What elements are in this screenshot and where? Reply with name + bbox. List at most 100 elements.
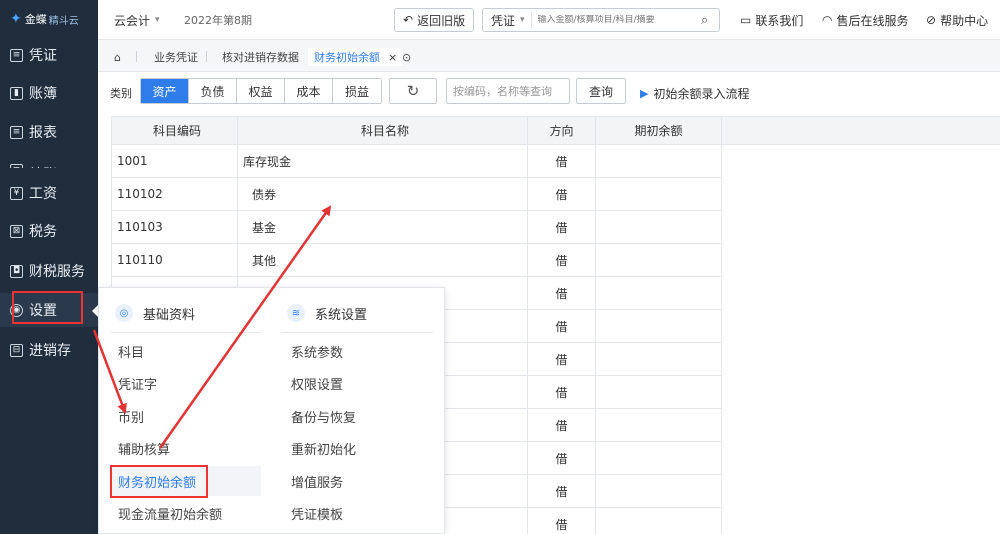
help-icon: ⊘ <box>926 13 937 27</box>
back-old-version-button[interactable]: ↶ 返回旧版 <box>394 8 475 32</box>
menu-item-account[interactable]: 科目 <box>109 336 261 366</box>
cell-balance[interactable] <box>595 474 722 508</box>
tab-initial-balance[interactable]: 财务初始余额 × <box>308 48 404 66</box>
cell-direction: 借 <box>527 408 596 442</box>
tab-check-inventory[interactable]: 核对进销存数据 <box>222 48 299 66</box>
cell-direction: 借 <box>527 144 596 178</box>
refresh-button[interactable]: ↻ <box>389 78 437 104</box>
chat-icon: ▭ <box>740 13 752 27</box>
balance-flow-link[interactable]: ▶ 初始余额录入流程 <box>640 85 749 102</box>
cell-direction: 借 <box>527 507 596 534</box>
close-icon[interactable]: × <box>388 51 397 64</box>
category-profit-loss-button[interactable]: 损益 <box>333 79 381 103</box>
layers-icon: ≋ <box>287 304 305 322</box>
cell-balance[interactable] <box>595 276 722 310</box>
cell-direction: 借 <box>527 342 596 376</box>
cell-balance[interactable] <box>595 309 722 343</box>
headset-icon: ◠ <box>822 13 833 27</box>
table-row[interactable]: 110110 其他借 <box>111 243 722 277</box>
column-header-name[interactable]: 科目名称 <box>237 116 528 145</box>
back-icon: ↶ <box>403 13 414 27</box>
cell-balance[interactable] <box>595 507 722 534</box>
cell-balance[interactable] <box>595 441 722 475</box>
cell-code: 1001 <box>111 144 238 178</box>
menu-item-voucher-template[interactable]: 凭证模板 <box>291 499 343 529</box>
cell-code: 110110 <box>111 243 238 277</box>
video-icon: ▶ <box>640 87 649 100</box>
menu-item-cashflow-balance[interactable]: 现金流量初始余额 <box>109 499 261 529</box>
cell-balance[interactable] <box>595 243 722 277</box>
cell-balance[interactable] <box>595 144 722 178</box>
cell-name: 债券 <box>237 177 528 211</box>
contact-us-link[interactable]: ▭ 联系我们 <box>740 0 803 40</box>
category-asset-button[interactable]: 资产 <box>141 79 189 103</box>
sidebar-item-salary[interactable]: ¥ 工资 <box>0 176 98 210</box>
search-icon[interactable]: ⌕ <box>701 13 719 28</box>
top-bar: 云会计 ▾ 2022年第8期 ↶ 返回旧版 凭证 ▾ ⌕ ▭ 联系我们 ◠ 售后… <box>98 0 1000 40</box>
settings-popup-menu: ◎ 基础资料 ≋ 系统设置 科目 凭证字 币别 辅助核算 财务初始余额 现金流量初始余额 … <box>98 287 445 534</box>
menu-item-value-added[interactable]: 增值服务 <box>291 466 343 496</box>
sidebar-item-report[interactable]: ≡ 报表 <box>0 115 98 149</box>
initial-balance-highlight-box <box>110 465 208 498</box>
sidebar-item-inventory[interactable]: ⊟ 进销存 <box>0 333 98 367</box>
popup-divider <box>281 332 433 333</box>
tabs-bar: ⌂ 业务凭证 核对进销存数据 财务初始余额 × ⊙ <box>98 40 1000 72</box>
column-header-balance[interactable]: 期初余额 <box>595 116 722 145</box>
cell-balance[interactable] <box>595 177 722 211</box>
query-button[interactable]: 查询 <box>576 78 626 104</box>
table-row[interactable]: 1001 库存现金借 <box>111 144 722 178</box>
category-search-input[interactable]: 按编码，名称等查询 <box>446 78 570 104</box>
basic-data-heading: ◎ 基础资料 <box>115 302 195 324</box>
cell-direction: 借 <box>527 441 596 475</box>
document-icon: ≡ <box>10 48 23 62</box>
category-label: 类别 <box>110 87 132 100</box>
cell-direction: 借 <box>527 210 596 244</box>
period-label[interactable]: 2022年第8期 <box>184 0 252 40</box>
cell-name: 基金 <box>237 210 528 244</box>
sidebar-item-voucher[interactable]: ≡ 凭证 <box>0 38 98 72</box>
category-cost-button[interactable]: 成本 <box>285 79 333 103</box>
cell-balance[interactable] <box>595 342 722 376</box>
sidebar-item-ledger[interactable]: ▮ 账簿 <box>0 76 98 110</box>
menu-item-system-params[interactable]: 系统参数 <box>291 336 343 366</box>
table-row[interactable]: 110102 债券借 <box>111 177 722 211</box>
account-switcher[interactable]: 云会计 ▾ <box>114 0 160 40</box>
column-header-direction[interactable]: 方向 <box>527 116 596 145</box>
cell-balance[interactable] <box>595 375 722 409</box>
menu-item-backup-restore[interactable]: 备份与恢复 <box>291 401 356 431</box>
cell-balance[interactable] <box>595 408 722 442</box>
menu-item-auxiliary[interactable]: 辅助核算 <box>109 434 261 464</box>
tab-business-voucher[interactable]: 业务凭证 <box>154 48 198 66</box>
search-type-select[interactable]: 凭证 ▾ <box>483 12 532 28</box>
help-center-link[interactable]: ⊘ 帮助中心 <box>926 0 988 40</box>
after-sales-link[interactable]: ◠ 售后在线服务 <box>822 0 909 40</box>
category-equity-button[interactable]: 权益 <box>237 79 285 103</box>
cell-balance[interactable] <box>595 210 722 244</box>
checkout-icon: ≡ <box>10 164 23 168</box>
tab-divider <box>136 51 137 62</box>
column-header-code[interactable]: 科目编码 <box>111 116 238 145</box>
category-toolbar: 类别 资产 负债 权益 成本 损益 ↻ 按编码，名称等查询 查询 ▶ 初始余额录… <box>98 72 1000 112</box>
menu-item-voucher-word[interactable]: 凭证字 <box>109 369 261 399</box>
search-input[interactable] <box>531 15 701 25</box>
tab-more-dropdown[interactable]: ⊙ <box>402 48 411 66</box>
cell-direction: 借 <box>527 474 596 508</box>
logo: ✦ 金蝶 精斗云 <box>0 0 98 38</box>
menu-item-reinitialize[interactable]: 重新初始化 <box>291 434 356 464</box>
sidebar-item-checkout[interactable]: ≡ 结账 <box>0 152 98 168</box>
category-liability-button[interactable]: 负债 <box>189 79 237 103</box>
settings-highlight-box <box>12 291 83 324</box>
sidebar-item-tax[interactable]: ⊠ 税务 <box>0 214 98 248</box>
table-header-filler <box>721 116 1000 145</box>
logo-brand: 金蝶 <box>24 13 47 26</box>
menu-item-currency[interactable]: 币别 <box>109 401 261 431</box>
popup-divider <box>111 332 261 333</box>
home-icon[interactable]: ⌂ <box>114 48 121 66</box>
cell-name: 其他 <box>237 243 528 277</box>
menu-item-permissions[interactable]: 权限设置 <box>291 369 343 399</box>
table-row[interactable]: 110103 基金借 <box>111 210 722 244</box>
sidebar-item-tax-service[interactable]: ◘ 财税服务 <box>0 254 98 288</box>
global-search: 凭证 ▾ ⌕ <box>482 8 720 32</box>
category-segmented-control: 资产 负债 权益 成本 损益 <box>140 78 382 104</box>
cell-code: 110102 <box>111 177 238 211</box>
